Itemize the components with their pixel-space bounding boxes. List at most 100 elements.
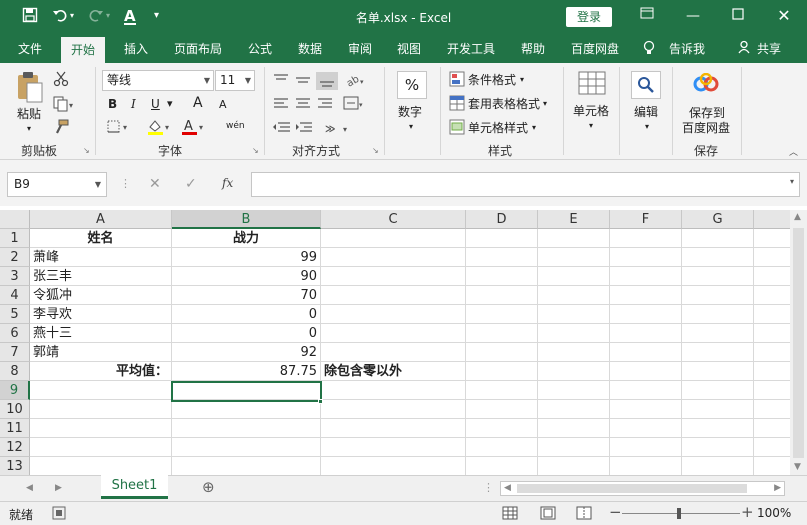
conditional-format-button[interactable]: 条件格式 [468, 72, 516, 88]
grid-cell[interactable] [172, 400, 321, 419]
vertical-scrollbar[interactable]: ▲ ▼ [790, 210, 807, 475]
shrink-font-button[interactable]: A [219, 97, 227, 113]
grid-cell[interactable] [321, 305, 466, 324]
grid-cell[interactable] [538, 248, 610, 267]
grid-cell[interactable] [610, 419, 682, 438]
paste-dropdown-icon[interactable]: ▾ [27, 121, 31, 137]
cell-b8[interactable]: 87.75 [172, 362, 321, 381]
zoom-in-icon[interactable]: + [741, 503, 754, 521]
grid-cell[interactable] [321, 343, 466, 362]
cell-b4[interactable]: 70 [172, 286, 321, 305]
scroll-left-icon[interactable]: ◀ [504, 483, 511, 493]
cell-b6[interactable]: 0 [172, 324, 321, 343]
tab-developer[interactable]: 开发工具 [447, 40, 495, 57]
grow-font-button[interactable]: A [193, 95, 203, 111]
scroll-up-icon[interactable]: ▲ [794, 212, 801, 222]
grid-cell[interactable] [682, 305, 754, 324]
row-header[interactable]: 4 [0, 286, 30, 305]
cell-b3[interactable]: 90 [172, 267, 321, 286]
grid-cell[interactable] [610, 362, 682, 381]
share-button[interactable]: 共享 [757, 40, 781, 57]
merge-center-icon[interactable]: ▾ [343, 96, 367, 115]
page-break-view-icon[interactable] [576, 506, 592, 523]
align-left-icon[interactable] [272, 96, 340, 115]
horizontal-scrollbar[interactable]: ◀ ▶ [500, 481, 785, 496]
grid-cell[interactable] [538, 400, 610, 419]
tell-me-search[interactable]: 告诉我 [669, 40, 705, 57]
cell-a7[interactable]: 郭靖 [30, 343, 172, 362]
paste-icon[interactable] [16, 71, 44, 106]
grid-cell[interactable] [321, 400, 466, 419]
grid-cell[interactable] [754, 362, 790, 381]
grid-cell[interactable] [754, 324, 790, 343]
cell-a1[interactable]: 姓名 [30, 229, 172, 248]
alignment-launcher-icon[interactable]: ↘ [372, 146, 379, 155]
row-header[interactable]: 8 [0, 362, 30, 381]
row-header[interactable]: 9 [0, 381, 30, 400]
format-painter-icon[interactable] [53, 119, 69, 138]
grid-cell[interactable] [610, 381, 682, 400]
grid-cell[interactable] [754, 419, 790, 438]
format-as-table-icon[interactable] [449, 95, 465, 114]
tab-insert[interactable]: 插入 [124, 40, 148, 57]
column-header-d[interactable]: D [466, 210, 538, 229]
grid-cell[interactable] [466, 381, 538, 400]
zoom-level[interactable]: 100% [757, 506, 791, 520]
grid-cell[interactable] [538, 438, 610, 457]
grid-cell[interactable] [538, 419, 610, 438]
grid-cell[interactable] [682, 438, 754, 457]
grid-cell[interactable] [538, 362, 610, 381]
grid-cell[interactable] [172, 457, 321, 475]
underline-button[interactable]: U [151, 96, 160, 112]
grid-cell[interactable] [754, 400, 790, 419]
borders-icon[interactable]: ▾ [107, 120, 131, 137]
grid-cell[interactable] [321, 381, 466, 400]
login-button[interactable]: 登录 [566, 7, 612, 27]
format-as-table-button[interactable]: 套用表格格式 [468, 96, 540, 112]
formula-input[interactable]: ▾ [251, 172, 800, 197]
grid-cell[interactable] [610, 343, 682, 362]
grid-cell[interactable] [321, 229, 466, 248]
grid-cell[interactable] [321, 324, 466, 343]
cell-b2[interactable]: 99 [172, 248, 321, 267]
zoom-out-icon[interactable]: − [609, 503, 622, 521]
tab-file[interactable]: 文件 [18, 40, 42, 57]
font-name-combo[interactable]: 等线 ▼ [102, 70, 214, 91]
expand-formula-icon[interactable]: ▾ [790, 177, 794, 186]
tab-baidu-netdisk[interactable]: 百度网盘 [571, 40, 619, 57]
grid-cell[interactable] [466, 229, 538, 248]
column-header-g[interactable]: G [682, 210, 754, 229]
sheet-tab-sheet1[interactable]: Sheet1 [101, 475, 168, 499]
grid-cell[interactable] [682, 324, 754, 343]
copy-icon[interactable]: ▾ [53, 96, 75, 115]
grid-cell[interactable] [466, 286, 538, 305]
cells-label[interactable]: 单元格 [573, 103, 609, 119]
baidu-netdisk-icon[interactable] [693, 72, 719, 98]
row-header[interactable]: 5 [0, 305, 30, 324]
grid-cell[interactable] [466, 457, 538, 475]
tab-help[interactable]: 帮助 [521, 40, 545, 57]
conditional-format-dropdown-icon[interactable]: ▾ [520, 72, 524, 88]
grid-cell[interactable] [321, 419, 466, 438]
underline-dropdown-icon[interactable]: ▾ [167, 96, 173, 112]
select-all-corner[interactable] [0, 210, 30, 229]
fill-handle[interactable] [318, 399, 323, 404]
grid-cell[interactable] [538, 457, 610, 475]
column-header-f[interactable]: F [610, 210, 682, 229]
save-to-netdisk-line1[interactable]: 保存到 [689, 105, 725, 121]
tab-view[interactable]: 视图 [397, 40, 421, 57]
font-launcher-icon[interactable]: ↘ [252, 146, 259, 155]
grid-cell[interactable] [754, 286, 790, 305]
name-box-dropdown-icon[interactable]: ▼ [95, 173, 101, 196]
horizontal-scroll-thumb[interactable] [517, 484, 747, 493]
prev-sheet-icon[interactable]: ◀ [26, 483, 33, 493]
grid-cell[interactable] [682, 248, 754, 267]
column-header-c[interactable]: C [321, 210, 466, 229]
grid-cell[interactable] [538, 381, 610, 400]
grid-cell[interactable] [466, 343, 538, 362]
editing-dropdown-icon[interactable]: ▾ [645, 119, 649, 135]
grid-cell[interactable] [538, 305, 610, 324]
cell-a4[interactable]: 令狐冲 [30, 286, 172, 305]
grid-cell[interactable] [754, 457, 790, 475]
grid-cell[interactable] [610, 305, 682, 324]
